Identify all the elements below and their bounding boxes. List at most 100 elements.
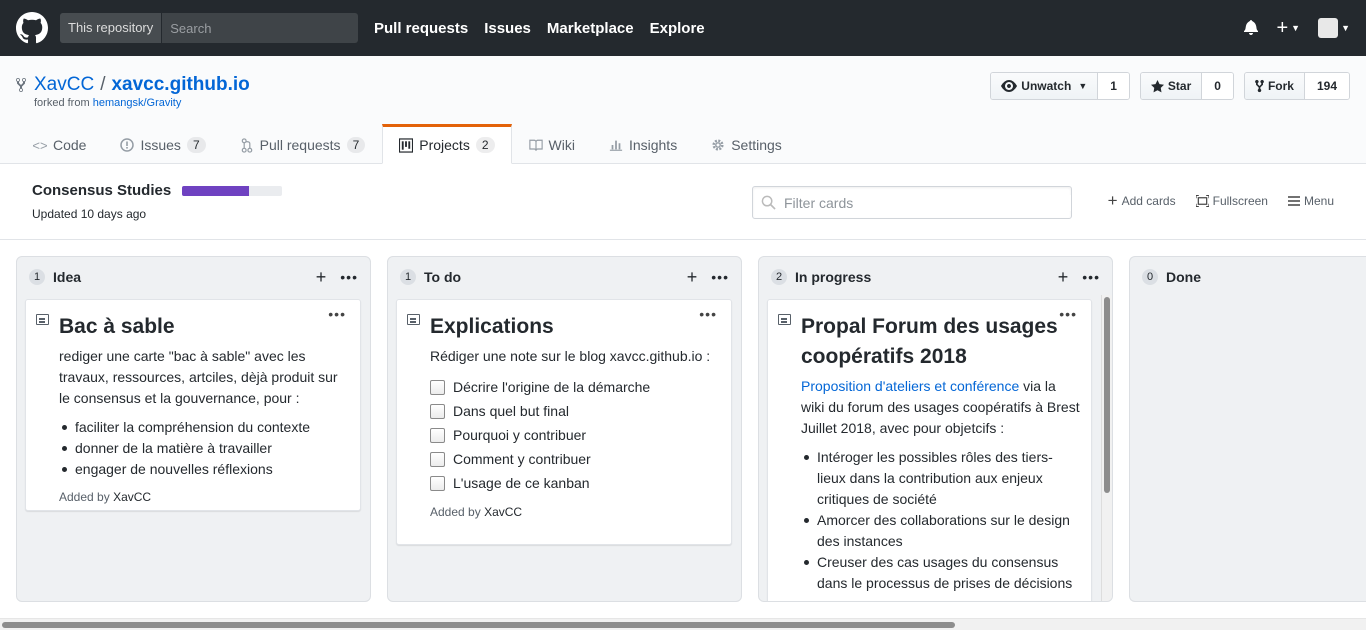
task-label: Décrire l'origine de la démarche (453, 379, 651, 395)
tab-projects[interactable]: Projects 2 (382, 124, 512, 164)
note-card[interactable]: ••• Bac à sable rediger une carte "bac à… (25, 299, 361, 511)
added-by-user-link[interactable]: XavCC (113, 490, 151, 504)
tab-settings[interactable]: Settings (694, 124, 799, 164)
caret-down-icon: ▼ (1341, 23, 1350, 33)
add-cards-label: Add cards (1121, 193, 1176, 208)
add-cards-button[interactable]: + Add cards (1108, 192, 1176, 209)
caret-down-icon: ▼ (1291, 23, 1301, 33)
card-added-by: Added by XavCC (430, 505, 721, 519)
column-title: Done (1166, 269, 1201, 285)
tab-wiki[interactable]: Wiki (512, 124, 592, 164)
add-card-plus-icon[interactable]: + (687, 267, 698, 288)
column-to-do: 1 To do + ••• ••• Explications Rédiger u… (387, 256, 742, 602)
added-by-user-link[interactable]: XavCC (484, 505, 522, 519)
list-item: engager de nouvelles réflexions (62, 459, 350, 480)
card-menu-kebab-icon[interactable]: ••• (328, 306, 346, 322)
list-item: donner de la matière à travailler (62, 438, 350, 459)
watchers-count[interactable]: 1 (1097, 73, 1129, 99)
fullscreen-button[interactable]: Fullscreen (1195, 192, 1268, 209)
avatar (1318, 18, 1339, 38)
task-item: Pourquoi y contribuer (430, 423, 721, 447)
issues-counter: 7 (186, 137, 206, 153)
board-horizontal-scrollbar[interactable] (0, 618, 1366, 630)
project-progress-bar (182, 186, 282, 196)
column-menu-kebab-icon[interactable]: ••• (1082, 269, 1100, 285)
forked-from: forked from hemangsk/Gravity (34, 97, 181, 109)
caret-down-icon: ▼ (1078, 81, 1088, 91)
search-icon (761, 195, 776, 210)
nav-marketplace[interactable]: Marketplace (547, 20, 634, 37)
repo-owner-link[interactable]: XavCC (34, 74, 94, 96)
header-user-actions: + ▼ ▼ (1244, 18, 1350, 38)
note-card[interactable]: ••• Propal Forum des usages coopératifs … (767, 299, 1092, 601)
search-scope-label: This repository (60, 13, 163, 43)
nav-issues[interactable]: Issues (484, 20, 531, 37)
git-pull-request-icon (240, 137, 254, 153)
tab-insights[interactable]: Insights (592, 124, 694, 164)
eye-icon (1001, 80, 1018, 92)
column-header: 1 Idea + ••• (17, 257, 370, 297)
column-menu-kebab-icon[interactable]: ••• (340, 269, 358, 285)
filter-cards-input[interactable] (784, 194, 1071, 211)
add-card-plus-icon[interactable]: + (316, 267, 327, 288)
task-checkbox[interactable] (430, 451, 445, 467)
task-checkbox[interactable] (430, 427, 445, 443)
card-body-link[interactable]: Proposition d'ateliers et conférence (801, 378, 1019, 394)
forked-source-link[interactable]: hemangsk/Gravity (93, 97, 182, 109)
project-header: Consensus Studies Updated 10 days ago +A… (0, 164, 1366, 240)
list-item: faciliter la compréhension du contexte (62, 417, 350, 438)
note-card[interactable]: ••• Explications Rédiger une note sur le… (396, 299, 732, 545)
menu-button[interactable]: Menu (1287, 192, 1334, 209)
column-header: 2 In progress + ••• (759, 257, 1112, 297)
task-checkbox[interactable] (430, 403, 445, 419)
scrollbar-thumb[interactable] (2, 622, 955, 628)
hamburger-icon (1287, 195, 1300, 206)
card-menu-kebab-icon[interactable]: ••• (699, 306, 717, 322)
repo-actions: Unwatch ▼ 1 Star 0 Fork 194 (990, 72, 1350, 100)
star-button[interactable]: Star (1140, 73, 1202, 99)
header-nav: Pull requests Issues Marketplace Explore (374, 20, 721, 37)
scrollbar-thumb[interactable] (1104, 297, 1110, 493)
add-card-plus-icon[interactable]: + (1058, 267, 1069, 288)
task-label: L'usage de ce kanban (453, 475, 590, 491)
column-in-progress: 2 In progress + ••• ••• Propal Forum des… (758, 256, 1113, 602)
tab-label: Code (53, 137, 87, 153)
note-icon (407, 314, 420, 325)
tab-code[interactable]: <> Code (16, 124, 103, 164)
column-menu-kebab-icon[interactable]: ••• (711, 269, 729, 285)
unwatch-button[interactable]: Unwatch ▼ (991, 73, 1098, 99)
task-checkbox[interactable] (430, 475, 445, 491)
card-menu-kebab-icon[interactable]: ••• (1059, 306, 1077, 322)
nav-explore[interactable]: Explore (650, 20, 705, 37)
repo-name-link[interactable]: xavcc.github.io (111, 74, 249, 96)
card-body: Proposition d'ateliers et conférence via… (801, 376, 1081, 439)
tab-pull-requests[interactable]: Pull requests 7 (223, 124, 383, 164)
stargazers-count[interactable]: 0 (1201, 73, 1233, 99)
tab-issues[interactable]: Issues 7 (103, 124, 222, 164)
fork-button[interactable]: Fork (1244, 73, 1304, 99)
card-body: Rédiger une note sur le blog xavcc.githu… (430, 348, 711, 364)
task-label: Dans quel but final (453, 403, 569, 419)
filter-cards (752, 186, 1072, 219)
forks-count[interactable]: 194 (1303, 73, 1349, 99)
bell-icon[interactable] (1244, 19, 1259, 38)
list-item: Intéroger les possibles rôles des tiers-… (804, 447, 1081, 510)
fork-group: Fork 194 (1243, 72, 1350, 100)
global-header: This repository Pull requests Issues Mar… (0, 0, 1366, 56)
fork-label: Fork (1267, 79, 1294, 93)
column-header: 1 To do + ••• (388, 257, 741, 297)
tab-label: Issues (140, 137, 181, 153)
column-scrollbar[interactable] (1101, 295, 1112, 601)
search-input[interactable] (162, 13, 358, 43)
user-menu-button[interactable]: ▼ (1318, 18, 1350, 38)
create-new-button[interactable]: + ▼ (1276, 18, 1300, 38)
nav-pull-requests[interactable]: Pull requests (374, 20, 468, 37)
column-title: Idea (53, 269, 82, 285)
project-icon (399, 137, 414, 153)
task-label: Comment y contribuer (453, 451, 591, 467)
task-checkbox[interactable] (430, 379, 445, 395)
github-logo-icon[interactable] (16, 12, 48, 44)
card-title: Propal Forum des usages coopératifs 2018 (801, 315, 1058, 368)
column-idea: 1 Idea + ••• ••• Bac à sable rediger une… (16, 256, 371, 602)
task-item: L'usage de ce kanban (430, 471, 721, 495)
